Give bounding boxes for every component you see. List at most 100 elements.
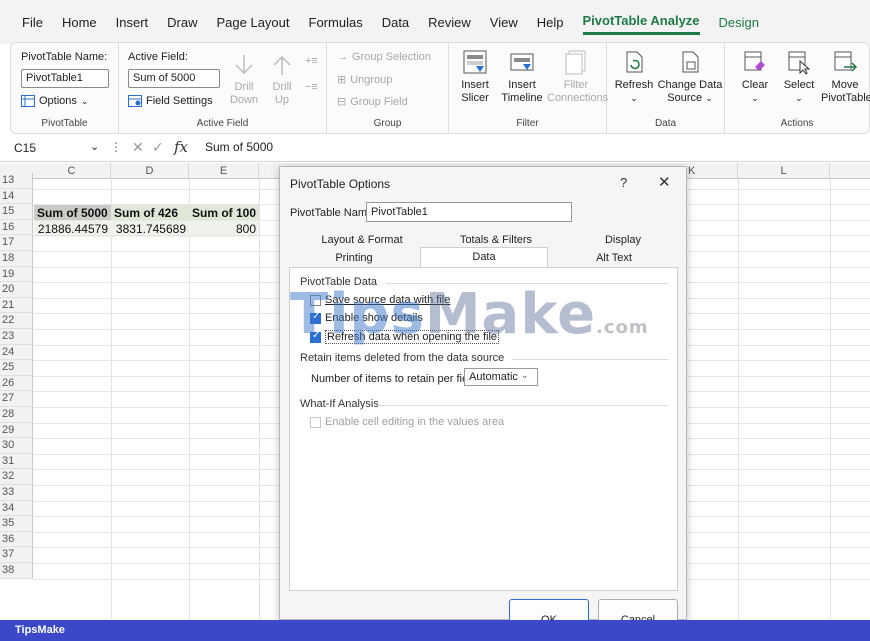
change-data-source-button[interactable]: Change Data Source ⌄ [657,49,723,105]
pivottable-options-dialog: PivotTable Options ? ✕ PivotTable Name: … [279,166,687,626]
row-header-24[interactable]: 24 [0,344,33,361]
watermark-tips: Tips [290,282,425,347]
checkbox-disabled[interactable] [310,416,321,428]
group-selection-button[interactable]: → Group Selection [337,51,431,63]
row-header-16[interactable]: 16 [0,219,33,236]
tab-layout-format[interactable]: Layout & Format [300,231,424,249]
tab-draw[interactable]: Draw [167,11,197,34]
row-header-35[interactable]: 35 [0,516,33,532]
tab-data[interactable]: Data [420,247,548,268]
tab-formulas[interactable]: Formulas [309,11,363,34]
row-header-31[interactable]: 31 [0,453,33,470]
enable-cell-editing-checkbox[interactable]: Enable cell editing in the values area [310,416,504,428]
options-button[interactable]: Options ⌄ [21,95,88,107]
tab-review[interactable]: Review [428,11,471,34]
row-header-33[interactable]: 33 [0,485,33,501]
pivottable-name-field[interactable]: PivotTable1 [366,202,572,222]
row-header-27[interactable]: 27 [0,391,33,407]
group-field-button[interactable]: ⊟ Group Field [337,95,408,109]
row-header-22[interactable]: 22 [0,313,33,329]
column-header-d[interactable]: D [111,163,189,179]
expand-field-icon[interactable]: +≡ [305,55,318,67]
watermark-make: Make [424,282,597,347]
row-header-34[interactable]: 34 [0,500,33,517]
tab-home[interactable]: Home [62,11,97,34]
row-header-25[interactable]: 25 [0,360,33,376]
chevron-down-icon[interactable]: ⌄ [90,140,99,153]
pivottable-name-label: PivotTable Name: [290,207,377,219]
select-label: Select [783,79,815,91]
arrow-up-icon [273,55,291,75]
pivottable-name-input[interactable]: PivotTable1 [21,69,109,88]
column-header-k[interactable]: K [686,163,738,179]
row-header-13[interactable]: 13 [0,173,33,189]
chevron-down-icon[interactable]: ⌄ [521,370,529,381]
cell-e15[interactable]: Sum of 100 [189,205,259,221]
group-pivottable: PivotTable Name: PivotTable1 Options ⌄ P… [11,43,119,133]
tab-data[interactable]: Data [382,11,409,34]
help-button[interactable]: ? [620,175,627,190]
gridline [738,179,739,619]
drill-up-label-1: Drill [272,81,292,93]
row-header-30[interactable]: 30 [0,438,33,454]
row-header-26[interactable]: 26 [0,375,33,392]
ribbon-tab-bar: File Home Insert Draw Page Layout Formul… [0,0,870,44]
ungroup-button[interactable]: ⊞ Ungroup [337,73,392,87]
row-header-14[interactable]: 14 [0,188,33,205]
column-header-l[interactable]: L [738,163,830,179]
row-header-20[interactable]: 20 [0,282,33,298]
tab-page-layout[interactable]: Page Layout [217,11,290,34]
tab-pivottable-analyze[interactable]: PivotTable Analyze [582,9,700,35]
close-button[interactable]: ✕ [658,173,671,191]
row-header-18[interactable]: 18 [0,251,33,267]
tab-insert[interactable]: Insert [116,11,149,34]
collapse-field-icon[interactable]: −≡ [305,81,318,93]
move-pivottable-button[interactable]: Move PivotTable [821,49,870,105]
filter-connections-icon [565,50,586,75]
section-what-if: What-If Analysis [300,398,379,410]
tab-help[interactable]: Help [537,11,564,34]
cancel-icon[interactable]: ✕ [132,139,144,156]
group-selection-label: Group Selection [352,51,431,63]
drill-up-button[interactable]: Drill Up [265,53,299,107]
column-header-c[interactable]: C [33,163,111,179]
row-header-23[interactable]: 23 [0,329,33,345]
tab-file[interactable]: File [22,11,43,34]
formula-bar-resize-handle[interactable]: ⋮ [110,140,122,154]
formula-input[interactable]: Sum of 5000 [205,140,273,154]
active-field-label: Active Field: [128,51,188,63]
row-header-17[interactable]: 17 [0,235,33,251]
insert-timeline-button[interactable]: Insert Timeline [499,49,545,105]
field-settings-icon [128,95,142,107]
insert-timeline-label-1: Insert [508,79,536,91]
active-field-input[interactable]: Sum of 5000 [128,69,220,88]
row-header-36[interactable]: 36 [0,531,33,548]
cell-d15[interactable]: Sum of 426 [111,205,189,221]
tab-display[interactable]: Display [568,231,678,249]
row-header-38[interactable]: 38 [0,563,33,579]
drill-down-button[interactable]: Drill Down [227,53,261,107]
tab-printing[interactable]: Printing [290,249,418,267]
filter-connections-button[interactable]: Filter Connections [547,49,608,105]
tab-alt-text[interactable]: Alt Text [550,249,678,267]
select-button[interactable]: Select ⌄ [779,49,819,105]
row-header-28[interactable]: 28 [0,407,33,423]
tab-view[interactable]: View [490,11,518,34]
insert-slicer-button[interactable]: Insert Slicer [453,49,497,105]
row-header-15[interactable]: 15 [0,204,33,220]
clear-button[interactable]: Clear ⌄ [735,49,775,105]
cell-c15[interactable]: Sum of 5000 [34,205,111,221]
field-settings-button[interactable]: Field Settings [128,95,213,107]
row-header-19[interactable]: 19 [0,266,33,283]
ungroup-icon: ⊞ [337,74,347,86]
row-header-37[interactable]: 37 [0,547,33,563]
row-header-21[interactable]: 21 [0,297,33,314]
check-icon[interactable]: ✓ [152,139,164,156]
insert-function-icon[interactable]: fx [174,138,188,156]
name-box[interactable]: C15 ⌄ [10,139,100,159]
refresh-button[interactable]: Refresh ⌄ [611,49,657,105]
tab-design[interactable]: Design [719,11,759,34]
row-header-29[interactable]: 29 [0,422,33,439]
column-header-e[interactable]: E [189,163,259,179]
row-header-32[interactable]: 32 [0,469,33,485]
